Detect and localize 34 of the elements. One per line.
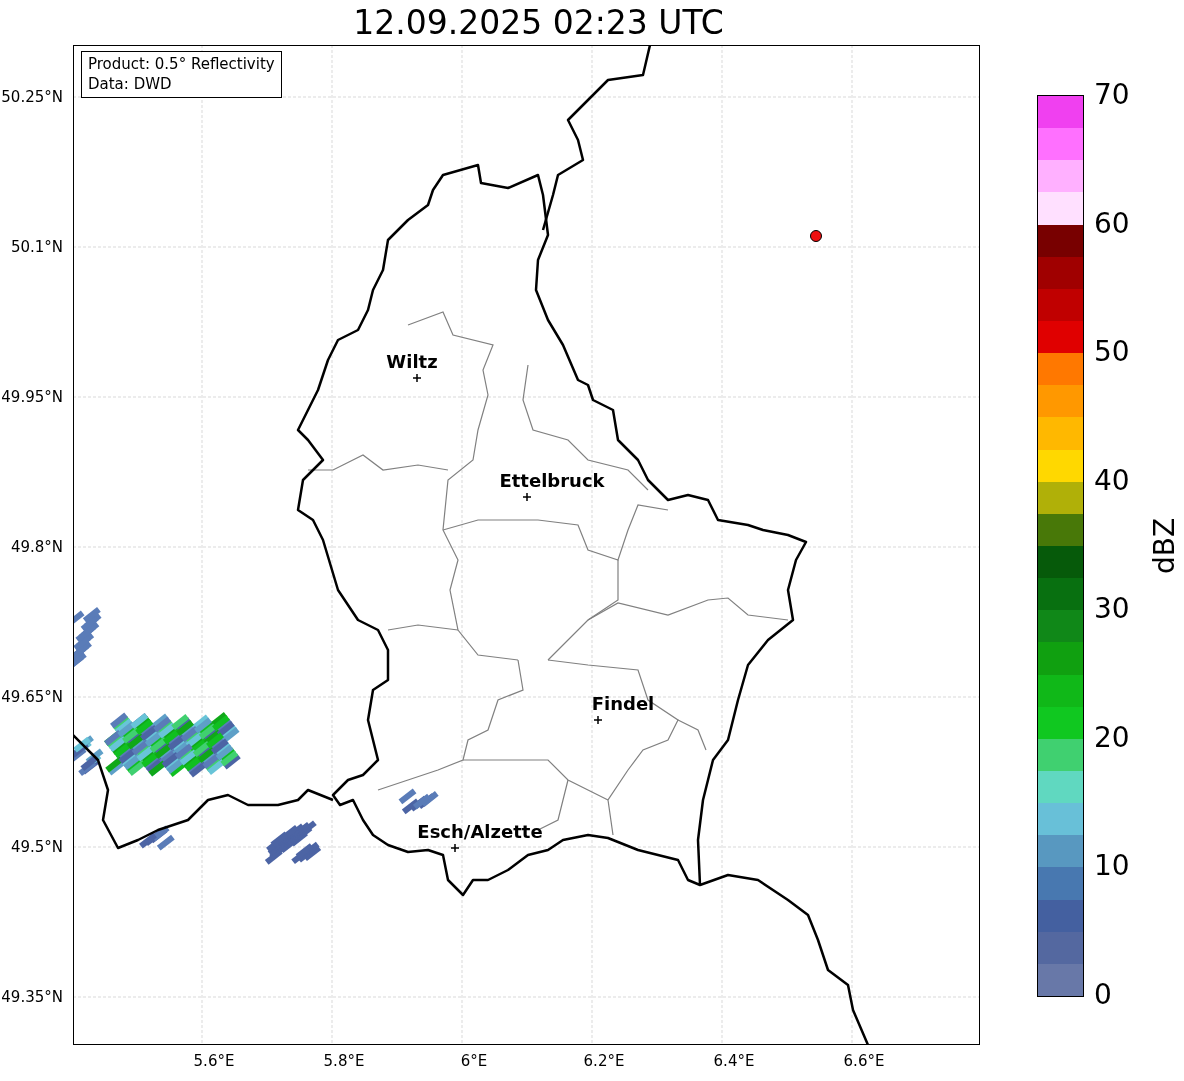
longitude-label: 5.8°E [323, 1052, 365, 1070]
colorbar-tick-label: 50 [1094, 335, 1130, 369]
chart-title: 12.09.2025 02:23 UTC [353, 3, 724, 42]
plus-marker-icon [450, 843, 460, 853]
plus-marker-icon [412, 373, 422, 383]
longitude-label: 6°E [460, 1052, 488, 1070]
latitude-label: 50.25°N [1, 88, 63, 106]
latitude-label: 49.35°N [1, 988, 63, 1006]
city-label: Ettelbruck [499, 470, 605, 491]
colorbar-tick-label: 70 [1094, 78, 1130, 111]
longitude-label: 6.6°E [843, 1052, 885, 1070]
latitude-label: 49.95°N [1, 388, 63, 406]
plus-marker-icon [522, 492, 532, 502]
latitude-label: 49.5°N [10, 838, 63, 856]
colorbar-tick-label: 30 [1094, 592, 1130, 626]
latitude-label: 49.65°N [1, 688, 63, 706]
colorbar-tick-label: 10 [1094, 849, 1130, 883]
city-label: Esch/Alzette [417, 821, 543, 842]
colorbar-label: dBZ [1147, 517, 1181, 575]
city-label: Findel [591, 693, 655, 714]
latitude-label: 49.8°N [10, 538, 63, 556]
plus-marker-icon [593, 715, 603, 725]
colorbar-tick-label: 60 [1094, 206, 1130, 240]
location-dot-icon [810, 230, 822, 242]
longitude-label: 6.2°E [583, 1052, 625, 1070]
longitude-label: 6.4°E [713, 1052, 755, 1070]
info-line: Product: 0.5° Reflectivity [88, 54, 275, 74]
city-label: Wiltz [386, 351, 438, 372]
info-line: Data: DWD [88, 74, 173, 94]
colorbar-tick-label: 40 [1094, 463, 1130, 497]
colorbar-tick-label: 0 [1094, 978, 1112, 1011]
latitude-label: 50.1°N [10, 238, 63, 256]
colorbar-tick-label: 20 [1094, 720, 1130, 754]
longitude-label: 5.6°E [193, 1052, 235, 1070]
